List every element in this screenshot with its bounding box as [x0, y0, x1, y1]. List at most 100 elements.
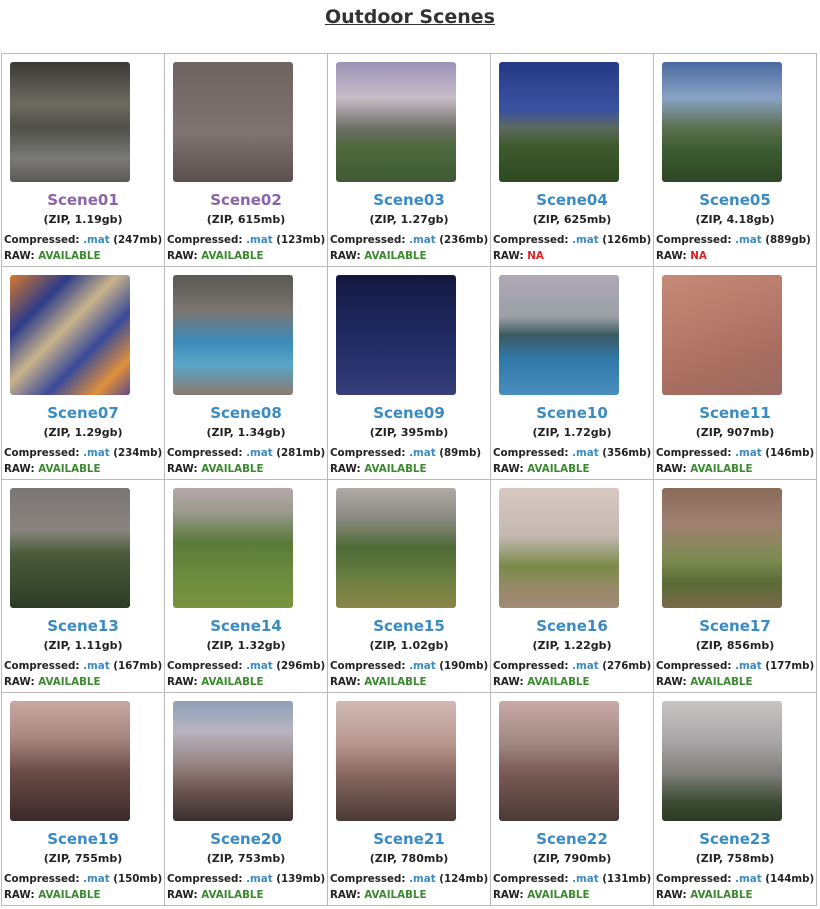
compressed-row: Compressed: .mat (150mb) [4, 873, 162, 885]
scene-thumbnail[interactable] [173, 701, 293, 821]
raw-label: RAW: [167, 676, 198, 688]
scene-thumbnail[interactable] [173, 62, 293, 182]
scene-thumbnail[interactable] [499, 701, 619, 821]
scene-link[interactable]: Scene11 [654, 404, 816, 422]
mat-link[interactable]: .mat [246, 873, 273, 885]
mat-link[interactable]: .mat [246, 234, 273, 246]
scene-thumbnail[interactable] [10, 275, 130, 395]
scene-link[interactable]: Scene13 [2, 617, 164, 635]
scene-link[interactable]: Scene19 [2, 830, 164, 848]
raw-label: RAW: [493, 889, 524, 901]
mat-link[interactable]: .mat [83, 660, 110, 672]
mat-size: (356mb) [602, 447, 652, 459]
scene-thumbnail[interactable] [336, 488, 456, 608]
raw-label: RAW: [656, 676, 687, 688]
mat-link[interactable]: .mat [83, 234, 110, 246]
scene-thumbnail[interactable] [336, 62, 456, 182]
scene-link[interactable]: Scene01 [2, 191, 164, 209]
mat-size: (167mb) [113, 660, 163, 672]
compressed-row: Compressed: .mat (889gb) [656, 234, 811, 246]
compressed-row: Compressed: .mat (247mb) [4, 234, 162, 246]
scene-thumbnail[interactable] [336, 275, 456, 395]
scene-thumbnail[interactable] [662, 62, 782, 182]
mat-link[interactable]: .mat [735, 873, 762, 885]
raw-label: RAW: [4, 889, 35, 901]
raw-status: AVAILABLE [38, 889, 101, 901]
scene-thumbnail[interactable] [336, 701, 456, 821]
compressed-label: Compressed: [656, 873, 732, 885]
scene-thumbnail[interactable] [173, 275, 293, 395]
compressed-row: Compressed: .mat (276mb) [493, 660, 651, 672]
mat-link[interactable]: .mat [572, 447, 599, 459]
raw-row: RAW: AVAILABLE [493, 463, 590, 475]
mat-link[interactable]: .mat [572, 873, 599, 885]
raw-row: RAW: AVAILABLE [4, 250, 101, 262]
raw-row: RAW: NA [656, 250, 707, 262]
mat-link[interactable]: .mat [409, 447, 436, 459]
compressed-label: Compressed: [4, 660, 80, 672]
scene-link[interactable]: Scene10 [491, 404, 653, 422]
mat-link[interactable]: .mat [409, 873, 436, 885]
raw-label: RAW: [4, 250, 35, 262]
scene-link[interactable]: Scene04 [491, 191, 653, 209]
compressed-row: Compressed: .mat (126mb) [493, 234, 651, 246]
mat-link[interactable]: .mat [572, 660, 599, 672]
scene-thumbnail[interactable] [173, 488, 293, 608]
scene-card: Scene02 (ZIP, 615mb) Compressed: .mat (123… [165, 54, 328, 267]
mat-link[interactable]: .mat [246, 660, 273, 672]
scene-link[interactable]: Scene22 [491, 830, 653, 848]
scene-link[interactable]: Scene08 [165, 404, 327, 422]
scene-thumbnail[interactable] [662, 701, 782, 821]
scene-link[interactable]: Scene15 [328, 617, 490, 635]
scene-link[interactable]: Scene16 [491, 617, 653, 635]
raw-row: RAW: AVAILABLE [4, 463, 101, 475]
raw-label: RAW: [656, 250, 687, 262]
mat-link[interactable]: .mat [735, 660, 762, 672]
mat-link[interactable]: .mat [572, 234, 599, 246]
mat-link[interactable]: .mat [409, 234, 436, 246]
mat-link[interactable]: .mat [246, 447, 273, 459]
scene-thumbnail[interactable] [499, 275, 619, 395]
scene-link[interactable]: Scene20 [165, 830, 327, 848]
scene-card: Scene04 (ZIP, 625mb) Compressed: .mat (126… [491, 54, 654, 267]
scene-thumbnail[interactable] [10, 62, 130, 182]
raw-status: AVAILABLE [690, 676, 753, 688]
scene-link[interactable]: Scene23 [654, 830, 816, 848]
mat-link[interactable]: .mat [83, 447, 110, 459]
scene-link[interactable]: Scene14 [165, 617, 327, 635]
raw-label: RAW: [656, 889, 687, 901]
mat-size: (177mb) [765, 660, 815, 672]
raw-row: RAW: AVAILABLE [167, 463, 264, 475]
scene-link[interactable]: Scene03 [328, 191, 490, 209]
mat-link[interactable]: .mat [409, 660, 436, 672]
scene-thumbnail[interactable] [662, 488, 782, 608]
scene-thumbnail[interactable] [499, 62, 619, 182]
zip-size: (ZIP, 1.02gb) [369, 639, 449, 652]
mat-link[interactable]: .mat [735, 234, 762, 246]
raw-status: AVAILABLE [38, 676, 101, 688]
scene-card: Scene01 (ZIP, 1.19gb) Compressed: .mat (24… [2, 54, 165, 267]
compressed-row: Compressed: .mat (296mb) [167, 660, 325, 672]
scene-thumbnail[interactable] [499, 488, 619, 608]
mat-link[interactable]: .mat [735, 447, 762, 459]
raw-row: RAW: AVAILABLE [330, 250, 427, 262]
compressed-label: Compressed: [167, 873, 243, 885]
raw-label: RAW: [4, 463, 35, 475]
scene-thumbnail[interactable] [662, 275, 782, 395]
scene-link[interactable]: Scene21 [328, 830, 490, 848]
scene-card: Scene10 (ZIP, 1.72gb) Compressed: .mat (35… [491, 267, 654, 480]
scene-link[interactable]: Scene09 [328, 404, 490, 422]
scene-link[interactable]: Scene07 [2, 404, 164, 422]
scene-thumbnail[interactable] [10, 488, 130, 608]
scene-thumbnail[interactable] [10, 701, 130, 821]
raw-row: RAW: AVAILABLE [167, 676, 264, 688]
scene-link[interactable]: Scene05 [654, 191, 816, 209]
scene-link[interactable]: Scene02 [165, 191, 327, 209]
raw-row: RAW: NA [493, 250, 544, 262]
compressed-label: Compressed: [330, 660, 406, 672]
mat-link[interactable]: .mat [83, 873, 110, 885]
raw-row: RAW: AVAILABLE [330, 889, 427, 901]
scene-link[interactable]: Scene17 [654, 617, 816, 635]
compressed-label: Compressed: [167, 234, 243, 246]
raw-status: AVAILABLE [527, 676, 590, 688]
